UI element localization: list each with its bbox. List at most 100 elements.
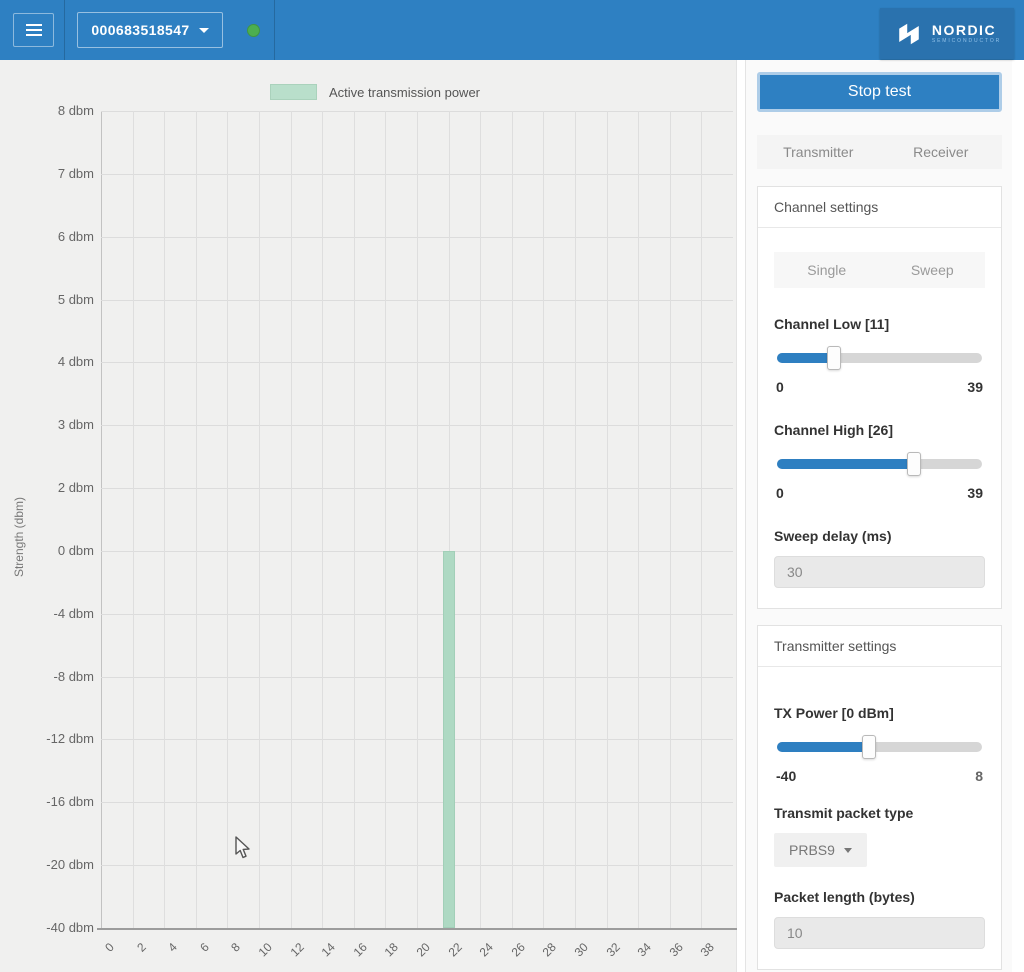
device-id: 000683518547 [91,22,189,38]
channel-settings-title: Channel settings [758,187,1001,228]
chevron-down-icon [199,28,209,33]
x-tick-label: 24 [461,940,496,972]
device-section: 000683518547 [65,0,275,60]
x-tick-label: 4 [145,940,180,972]
range-max: 39 [967,379,983,395]
tx-power-range: -40 8 [776,768,983,784]
y-tick-label: 4 dbm [0,354,94,369]
range-min: -40 [776,768,796,784]
y-tick-label: -16 dbm [0,794,94,809]
y-tick-label: 8 dbm [0,103,94,118]
packet-length-label: Packet length (bytes) [774,889,985,905]
x-tick-label: 18 [366,940,401,972]
gridline [512,111,513,928]
channel-low-range: 0 39 [776,379,983,395]
channel-low-label: Channel Low [11] [774,316,985,332]
tab-receiver[interactable]: Receiver [880,135,1003,169]
sweep-delay-input[interactable] [774,556,985,588]
x-tick-label: 6 [177,940,212,972]
channel-high-slider[interactable] [777,451,982,477]
range-min: 0 [776,379,784,395]
slider-thumb[interactable] [827,346,841,370]
gridline [670,111,671,928]
gridline [196,111,197,928]
slider-fill [777,459,914,469]
gridline [354,111,355,928]
x-tick-label: 0 [82,940,117,972]
gridline [164,111,165,928]
brand-subtitle: SEMICONDUCTOR [932,39,1001,44]
x-tick-label: 34 [619,940,654,972]
x-tick-label: 36 [651,940,686,972]
slider-thumb[interactable] [907,452,921,476]
y-tick-label: 2 dbm [0,480,94,495]
device-selector[interactable]: 000683518547 [77,12,223,48]
y-tick-label: -8 dbm [0,669,94,684]
app-header: 000683518547 NORDIC SEMICONDUCTOR [0,0,1024,60]
legend-label: Active transmission power [329,85,480,100]
x-tick-label: 30 [556,940,591,972]
gridline [701,111,702,928]
packet-type-label: Transmit packet type [774,805,985,821]
brand-name: NORDIC [932,23,1001,37]
tx-power-label: TX Power [0 dBm] [774,705,985,721]
y-axis-line [101,111,102,928]
x-axis-labels: 02468101214161820222426283032343638 [101,932,733,972]
gridline [291,111,292,928]
x-tick-label: 16 [335,940,370,972]
slider-thumb[interactable] [862,735,876,759]
gridline [480,111,481,928]
gridline [638,111,639,928]
gridline [322,111,323,928]
y-tick-label: 5 dbm [0,292,94,307]
range-min: 0 [776,485,784,501]
stop-test-button[interactable]: Stop test [757,72,1002,112]
y-tick-label: 6 dbm [0,229,94,244]
plot-area [101,111,733,928]
sidebar-outer: Stop test Transmitter Receiver Channel s… [737,60,1024,972]
packet-type-dropdown[interactable]: PRBS9 [774,833,867,867]
sweep-delay-label: Sweep delay (ms) [774,528,985,544]
x-tick-label: 20 [398,940,433,972]
legend-swatch [270,84,317,100]
nordic-n-icon [893,18,925,50]
tab-single[interactable]: Single [774,252,880,288]
y-tick-label: -20 dbm [0,857,94,872]
device-status-indicator [247,24,260,37]
transmission-chart: Active transmission power Strength (dbm)… [0,60,737,972]
transmission-bar [443,551,455,928]
x-tick-label: 14 [303,940,338,972]
slider-fill [777,353,834,363]
chart-legend: Active transmission power [270,84,480,100]
slider-fill [777,742,869,752]
gridline [543,111,544,928]
x-tick-label: 22 [430,940,465,972]
x-tick-label: 28 [524,940,559,972]
menu-icon[interactable] [13,13,54,47]
gridline [133,111,134,928]
x-tick-label: 2 [114,940,149,972]
packet-length-input[interactable] [774,917,985,949]
gridline [227,111,228,928]
tx-power-slider[interactable] [777,734,982,760]
y-tick-label: -12 dbm [0,731,94,746]
x-tick-label: 38 [682,940,717,972]
gridline [575,111,576,928]
range-max: 39 [967,485,983,501]
transmitter-settings-card: Transmitter settings TX Power [0 dBm] -4… [757,625,1002,970]
range-max: 8 [975,768,983,784]
y-axis-labels: 8 dbm7 dbm6 dbm5 dbm4 dbm3 dbm2 dbm0 dbm… [0,111,94,928]
channel-mode-tabs: Single Sweep [774,252,985,288]
control-sidebar: Stop test Transmitter Receiver Channel s… [745,60,1012,972]
channel-high-label: Channel High [26] [774,422,985,438]
chevron-down-icon [844,848,852,853]
channel-high-range: 0 39 [776,485,983,501]
channel-settings-card: Channel settings Single Sweep Channel Lo… [757,186,1002,609]
menu-section [0,0,65,60]
tab-transmitter[interactable]: Transmitter [757,135,880,169]
x-axis-line [97,928,737,930]
channel-low-slider[interactable] [777,345,982,371]
tab-sweep[interactable]: Sweep [880,252,986,288]
mode-tabs: Transmitter Receiver [757,135,1002,169]
x-tick-label: 12 [272,940,307,972]
